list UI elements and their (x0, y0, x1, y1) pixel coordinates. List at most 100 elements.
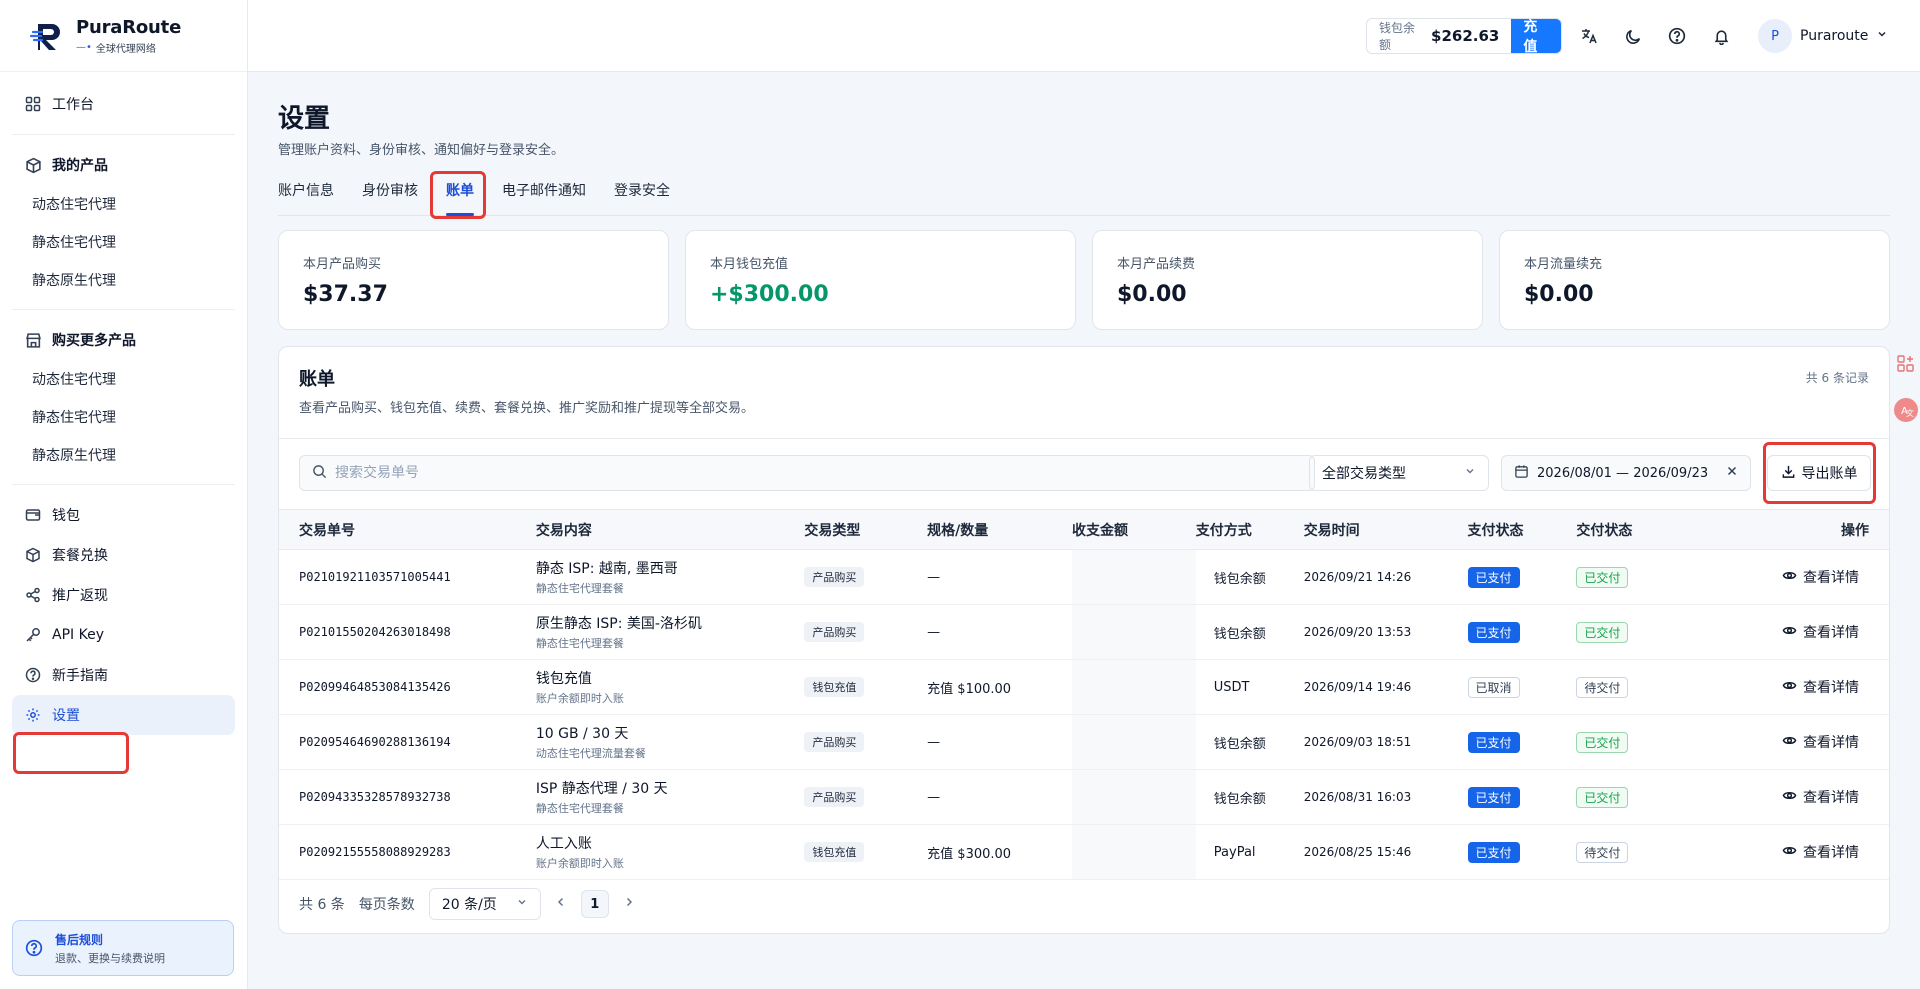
eye-icon (1782, 733, 1797, 752)
bell-icon[interactable] (1710, 25, 1732, 47)
transaction-id: P02095464690288136194 (299, 735, 451, 749)
status-badge: 已交付 (1576, 566, 1629, 588)
status-badge: 待交付 (1576, 676, 1629, 698)
delivery-status: 待交付 (1576, 825, 1726, 880)
sidebar-item-my-static-native[interactable]: 静态原生代理 (12, 261, 235, 299)
sidebar-item-workbench[interactable]: 工作台 (12, 84, 235, 124)
payment-method: USDT (1213, 679, 1250, 695)
payment-method: 钱包余额 (1213, 736, 1266, 752)
close-icon[interactable] (1726, 465, 1738, 481)
moon-icon[interactable] (1622, 25, 1644, 47)
delivery-status: 已交付 (1576, 715, 1726, 770)
sidebar-item-redeem[interactable]: 套餐兑换 (12, 535, 235, 575)
sidebar-item-settings[interactable]: 设置 (12, 695, 235, 735)
wallet-label: 钱包余额 (1379, 21, 1416, 52)
spec-quantity: — (927, 624, 941, 640)
help-circle-icon (24, 666, 42, 684)
search-icon (312, 464, 327, 483)
table-row: P02092155558088929283 人工入账 账户余额即时入账 钱包充值… (279, 824, 1889, 880)
search-input[interactable] (335, 465, 1314, 481)
chevron-down-icon (1464, 465, 1476, 481)
page-title: 设置 (278, 104, 331, 134)
calendar-icon (1514, 464, 1529, 483)
search-box[interactable] (299, 455, 1315, 491)
chevron-right-icon[interactable] (623, 896, 635, 912)
tab-email-notifications[interactable]: 电子邮件通知 (502, 180, 586, 216)
payment-method: 钱包余额 (1213, 626, 1266, 642)
page-number[interactable]: 1 (580, 890, 609, 918)
eye-icon (1782, 788, 1797, 807)
user-menu[interactable]: P Puraroute (1758, 18, 1888, 54)
sidebar-item-buy-dynamic-residential[interactable]: 动态住宅代理 (12, 360, 235, 398)
sidebar-item-buy-static-native[interactable]: 静态原生代理 (12, 436, 235, 474)
brand-name: PuraRoute (76, 16, 182, 38)
transaction-time: 2026/08/25 15:46 (1303, 845, 1412, 859)
stat-wallet-recharge: 本月钱包充值 +$300.00 (685, 230, 1076, 330)
transaction-content: 人工入账 账户余额即时入账 (535, 836, 624, 870)
tab-identity-review[interactable]: 身份审核 (362, 180, 418, 216)
after-sale-rules-card[interactable]: 售后规则 退款、更换与续费说明 (12, 920, 234, 976)
sidebar-item-guide[interactable]: 新手指南 (12, 655, 235, 695)
amount-cell-redacted (1072, 824, 1196, 880)
view-details-button[interactable]: 查看详情 (1782, 787, 1859, 807)
pagination: 共 6 条 每页条数 20 条/页 1 (299, 875, 635, 933)
bill-table: 交易单号 交易内容 交易类型 规格/数量 收支金额 支付方式 交易时间 支付状态… (279, 509, 1889, 880)
transaction-type-select[interactable]: 全部交易类型 (1309, 455, 1489, 491)
sidebar-item-my-products[interactable]: 我的产品 (12, 145, 235, 185)
user-name: Puraroute (1800, 28, 1869, 44)
export-bill-button[interactable]: 导出账单 (1767, 455, 1871, 491)
page-subtitle: 管理账户资料、身份审核、通知偏好与登录安全。 (278, 143, 565, 158)
sidebar-item-buy-static-residential[interactable]: 静态住宅代理 (12, 398, 235, 436)
view-details-button[interactable]: 查看详情 (1782, 842, 1859, 862)
translate-float-icon[interactable]: A文 (1892, 396, 1920, 424)
payment-status: 已支付 (1467, 770, 1577, 825)
transaction-type: 钱包充值 (804, 825, 927, 880)
table-row: P02095464690288136194 10 GB / 30 天 动态住宅代… (279, 714, 1889, 770)
svg-text:文: 文 (1906, 408, 1914, 418)
chevron-left-icon[interactable] (555, 896, 567, 912)
view-details-button[interactable]: 查看详情 (1782, 567, 1859, 587)
view-details-button[interactable]: 查看详情 (1782, 677, 1859, 697)
table-row: P02101921103571005441 静态 ISP: 越南, 墨西哥 静态… (279, 549, 1889, 605)
translate-icon[interactable] (1578, 25, 1600, 47)
status-badge: 已取消 (1467, 676, 1520, 698)
status-badge: 已交付 (1576, 786, 1629, 808)
sidebar-item-my-dynamic-residential[interactable]: 动态住宅代理 (12, 185, 235, 223)
sidebar-item-referral[interactable]: 推广返现 (12, 575, 235, 615)
page-size-select[interactable]: 20 条/页 (428, 888, 541, 920)
payment-method: PayPal (1213, 844, 1256, 860)
recharge-button[interactable]: 充值 (1511, 19, 1561, 53)
chevron-down-icon (1876, 28, 1888, 44)
action-cell: 查看详情 (1726, 770, 1889, 825)
tab-account-info[interactable]: 账户信息 (278, 180, 334, 216)
stat-product-renewal: 本月产品续费 $0.00 (1092, 230, 1483, 330)
sidebar-item-my-static-residential[interactable]: 静态住宅代理 (12, 223, 235, 261)
sidebar-item-api-key[interactable]: API Key (12, 615, 235, 655)
key-icon (24, 626, 42, 644)
eye-icon (1782, 623, 1797, 642)
tab-billing[interactable]: 账单 (446, 180, 474, 216)
per-page-label: 每页条数 (358, 897, 415, 913)
main-content: 设置 管理账户资料、身份审核、通知偏好与登录安全。 账户信息 身份审核 账单 电… (278, 72, 1890, 934)
package-icon (24, 156, 42, 174)
spec-quantity: — (927, 569, 941, 585)
tab-login-security[interactable]: 登录安全 (614, 180, 670, 216)
view-details-button[interactable]: 查看详情 (1782, 622, 1859, 642)
after-sale-title: 售后规则 (55, 932, 104, 947)
amount-cell-redacted (1072, 714, 1196, 770)
dashboard-icon (24, 95, 42, 113)
apps-icon[interactable] (1892, 350, 1920, 378)
sidebar-item-wallet[interactable]: 钱包 (12, 495, 235, 535)
help-circle-icon[interactable] (1666, 25, 1688, 47)
payment-status: 已支付 (1467, 550, 1577, 605)
table-row: P02099464853084135426 钱包充值 账户余额即时入账 钱包充值… (279, 659, 1889, 715)
transaction-content: 静态 ISP: 越南, 墨西哥 静态住宅代理套餐 (535, 561, 678, 595)
date-range-picker[interactable]: 2026/08/01 — 2026/09/23 (1501, 455, 1751, 491)
view-details-button[interactable]: 查看详情 (1782, 732, 1859, 752)
sidebar-item-buy-more[interactable]: 购买更多产品 (12, 320, 235, 360)
status-badge: 已支付 (1467, 566, 1520, 588)
action-cell: 查看详情 (1726, 660, 1889, 715)
spec-quantity: 充值 $300.00 (927, 846, 1012, 862)
action-cell: 查看详情 (1726, 550, 1889, 605)
brand-logo[interactable]: PuraRoute —• 全球代理网络 (0, 0, 247, 72)
